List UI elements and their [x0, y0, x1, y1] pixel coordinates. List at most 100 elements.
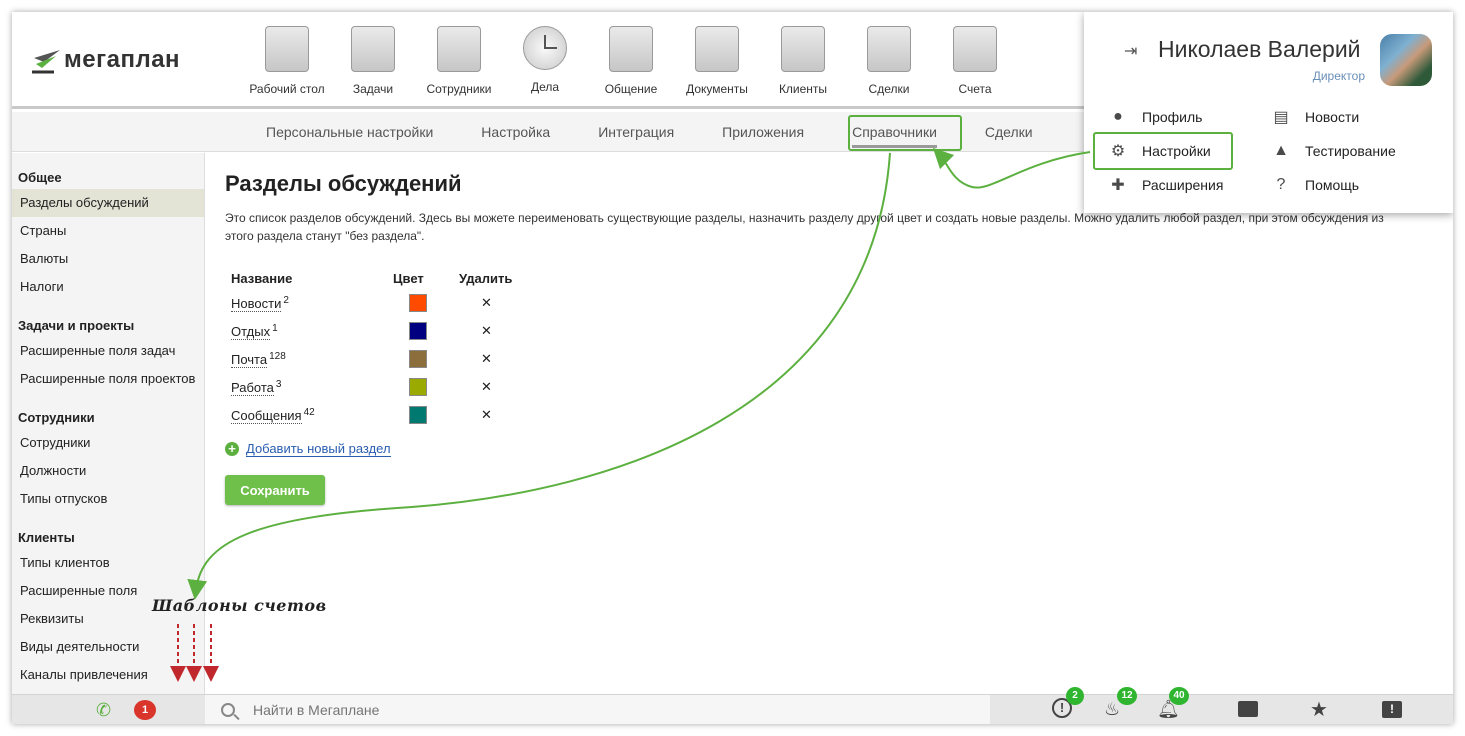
- plus-icon[interactable]: +: [225, 442, 239, 456]
- table-row: Новости 2 ✕: [225, 289, 539, 317]
- sidebar-group-title: Сотрудники: [18, 410, 95, 425]
- sidebar-group-title: Общее: [18, 170, 62, 185]
- delete-icon[interactable]: ✕: [481, 407, 492, 423]
- tab-settings[interactable]: Настройка: [457, 124, 574, 140]
- annotation-label: Шаблоны счетов: [152, 596, 327, 615]
- sidebar-item-countries[interactable]: Страны: [12, 217, 204, 245]
- highlight-directories-tab: [848, 115, 962, 151]
- tasks-icon: [351, 26, 395, 72]
- menu-item-label: Расширения: [1142, 177, 1224, 193]
- app-window: мегаплан Рабочий стол Задачи Сотрудники …: [12, 12, 1453, 724]
- sidebar-item-positions[interactable]: Должности: [12, 457, 204, 485]
- logout-icon[interactable]: ⇥: [1124, 41, 1137, 61]
- sidebar-item-channels[interactable]: Каналы привлечения: [12, 661, 204, 689]
- sidebar-item-taxes[interactable]: Налоги: [12, 273, 204, 301]
- menu-item-label: Помощь: [1305, 177, 1360, 193]
- nav-label: Счета: [958, 82, 992, 96]
- menu-item-news[interactable]: ▤ Новости: [1271, 106, 1431, 128]
- color-swatch[interactable]: [409, 322, 427, 340]
- tab-applications[interactable]: Приложения: [698, 124, 828, 140]
- nav-affairs[interactable]: Дела: [502, 26, 588, 96]
- section-name-cell: Отдых 1: [225, 317, 393, 345]
- sidebar-item-client-types[interactable]: Типы клиентов: [12, 549, 204, 577]
- section-delete-cell: ✕: [459, 401, 539, 429]
- person-icon: ●: [1113, 108, 1123, 125]
- sidebar-item-activities[interactable]: Виды деятельности: [12, 633, 204, 661]
- section-color-cell: [393, 345, 459, 373]
- sidebar-group-title: Задачи и проекты: [18, 318, 135, 333]
- sidebar-item-vacation-types[interactable]: Типы отпусков: [12, 485, 204, 513]
- nav-label: Сотрудники: [426, 82, 492, 96]
- employees-icon: [437, 26, 481, 72]
- nav-documents[interactable]: Документы: [674, 26, 760, 96]
- section-color-cell: [393, 401, 459, 429]
- sidebar-item-currencies[interactable]: Валюты: [12, 245, 204, 273]
- section-name-link[interactable]: Новости: [231, 296, 282, 313]
- delete-icon[interactable]: ✕: [481, 379, 492, 395]
- menu-item-profile[interactable]: ● Профиль: [1108, 106, 1271, 128]
- tab-personal-settings[interactable]: Персональные настройки: [242, 124, 457, 140]
- color-swatch[interactable]: [409, 406, 427, 424]
- avatar[interactable]: [1380, 34, 1432, 86]
- menu-item-testing[interactable]: ▲ Тестирование: [1271, 140, 1431, 162]
- delete-icon[interactable]: ✕: [481, 351, 492, 367]
- nav-employees[interactable]: Сотрудники: [416, 26, 502, 96]
- nav-desktop[interactable]: Рабочий стол: [244, 26, 330, 96]
- save-button[interactable]: Сохранить: [225, 475, 325, 505]
- bottom-bar: ✆ 1 ! 2 ♨ 12 🔔︎ 40 ★ !: [12, 687, 1453, 724]
- color-swatch[interactable]: [409, 378, 427, 396]
- search-input[interactable]: [253, 702, 853, 718]
- sidebar-item-task-fields[interactable]: Расширенные поля задач: [12, 337, 204, 365]
- sidebar-item-project-fields[interactable]: Расширенные поля проектов: [12, 365, 204, 393]
- menu-item-help[interactable]: ? Помощь: [1271, 174, 1431, 196]
- bottom-bar-left: ✆ 1: [12, 695, 205, 724]
- notifications-badge: 40: [1169, 687, 1189, 705]
- user-menu: ⇥ Николаев Валерий Директор ● Профиль ▤ Но…: [1084, 12, 1453, 213]
- table-row: Сообщения 42 ✕: [225, 401, 539, 429]
- user-role[interactable]: Директор: [1313, 69, 1365, 83]
- section-name-link[interactable]: Почта: [231, 352, 268, 369]
- nav-invoices[interactable]: Счета: [932, 26, 1018, 96]
- nav-tasks[interactable]: Задачи: [330, 26, 416, 96]
- color-swatch[interactable]: [409, 294, 427, 312]
- section-name-cell: Работа 3: [225, 373, 393, 401]
- tab-deals[interactable]: Сделки: [961, 124, 1057, 140]
- column-header-name: Название: [231, 270, 293, 286]
- logo[interactable]: мегаплан: [32, 46, 180, 74]
- color-swatch[interactable]: [409, 350, 427, 368]
- phone-icon[interactable]: ✆: [96, 700, 111, 721]
- delete-icon[interactable]: ✕: [481, 295, 492, 311]
- feedback-icon[interactable]: !: [1382, 701, 1402, 718]
- user-name: Николаев Валерий: [1158, 36, 1361, 62]
- hot-badge: 12: [1117, 687, 1137, 705]
- section-name-link[interactable]: Отдых: [231, 324, 271, 341]
- column-header-delete: Удалить: [459, 270, 513, 286]
- section-name-link[interactable]: Сообщения: [231, 408, 302, 425]
- nav-communication[interactable]: Общение: [588, 26, 674, 96]
- star-icon[interactable]: ★: [1310, 697, 1328, 722]
- section-name-cell: Почта 128: [225, 345, 393, 373]
- menu-item-extensions[interactable]: ✚ Расширения: [1108, 174, 1271, 196]
- puzzle-icon: ✚: [1111, 177, 1125, 194]
- section-count: 2: [283, 294, 289, 306]
- nav-clients[interactable]: Клиенты: [760, 26, 846, 96]
- phone-badge: 1: [134, 700, 156, 720]
- section-name-link[interactable]: Работа: [231, 380, 274, 397]
- menu-item-label: Профиль: [1142, 109, 1203, 125]
- nav-deals[interactable]: Сделки: [846, 26, 932, 96]
- section-name-cell: Сообщения 42: [225, 401, 393, 429]
- tab-integration[interactable]: Интеграция: [574, 124, 698, 140]
- add-section-link[interactable]: Добавить новый раздел: [246, 441, 391, 457]
- sidebar-item-employees[interactable]: Сотрудники: [12, 429, 204, 457]
- section-color-cell: [393, 373, 459, 401]
- messages-icon[interactable]: [1238, 701, 1258, 717]
- highlight-settings-item: [1093, 132, 1233, 170]
- section-color-cell: [393, 317, 459, 345]
- page-description: Это список разделов обсуждений. Здесь вы…: [225, 211, 1384, 243]
- nav-label: Сделки: [868, 82, 910, 96]
- nav-label: Задачи: [352, 82, 394, 96]
- search-icon: [221, 703, 235, 717]
- fire-icon[interactable]: ♨: [1104, 699, 1120, 720]
- sidebar-item-discussion-sections[interactable]: Разделы обсуждений: [12, 189, 204, 217]
- delete-icon[interactable]: ✕: [481, 323, 492, 339]
